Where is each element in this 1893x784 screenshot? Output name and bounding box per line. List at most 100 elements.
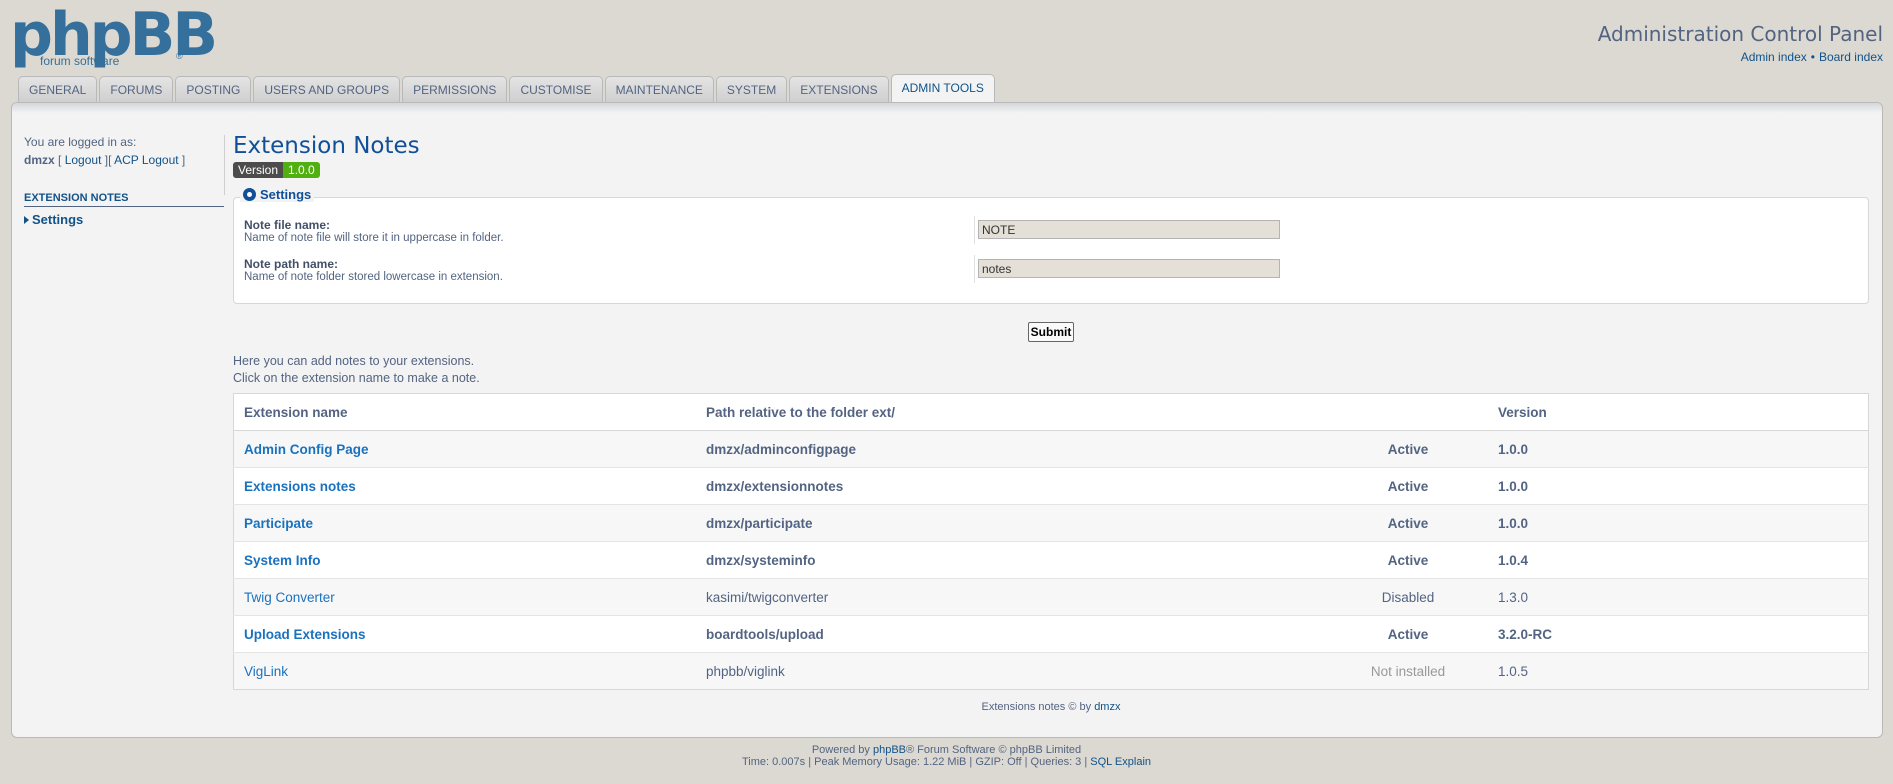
extension-name-link[interactable]: Participate bbox=[244, 516, 313, 531]
extension-version: 1.3.0 bbox=[1488, 578, 1869, 616]
settings-legend: Settings bbox=[240, 187, 315, 202]
username: dmzx bbox=[24, 153, 55, 167]
extension-version: 1.0.0 bbox=[1488, 430, 1869, 468]
settings-fieldset: Settings Note file name: Name of note fi… bbox=[233, 187, 1869, 304]
stats-line: Time: 0.007s | Peak Memory Usage: 1.22 M… bbox=[0, 756, 1893, 768]
intro-line-2: Click on the extension name to make a no… bbox=[233, 371, 480, 385]
sidebar-item-settings[interactable]: Settings bbox=[24, 212, 224, 227]
table-row: VigLink phpbb/viglink Not installed 1.0.… bbox=[233, 652, 1869, 690]
note-path-name-input[interactable]: notes bbox=[978, 259, 1280, 278]
tab-admin-tools[interactable]: Admin Tools bbox=[890, 74, 995, 102]
intro-line-1: Here you can add notes to your extension… bbox=[233, 354, 475, 368]
extension-credit: Extensions notes © by dmzx bbox=[233, 701, 1869, 713]
field-divider bbox=[974, 255, 975, 283]
extension-version: 1.0.4 bbox=[1488, 541, 1869, 579]
tab-users-and-groups[interactable]: Users and Groups bbox=[253, 76, 401, 102]
tab-maintenance[interactable]: Maintenance bbox=[604, 76, 714, 102]
settings-legend-text: Settings bbox=[260, 187, 312, 202]
tab-extensions[interactable]: Extensions bbox=[789, 76, 889, 102]
logout-link[interactable]: Logout bbox=[65, 153, 102, 167]
extension-path: kasimi/twigconverter bbox=[696, 578, 1328, 616]
field-label: Note path name: bbox=[244, 257, 339, 271]
tab-posting[interactable]: Posting bbox=[175, 76, 252, 102]
extension-version: 3.2.0-RC bbox=[1488, 615, 1869, 653]
admin-index-link[interactable]: Admin index bbox=[1741, 50, 1807, 64]
stats-text: Time: 0.007s | Peak Memory Usage: 1.22 M… bbox=[741, 756, 1091, 768]
extension-version: 1.0.5 bbox=[1488, 652, 1869, 690]
extension-status: Active bbox=[1328, 615, 1488, 653]
field-description: Name of note file will store it in upper… bbox=[244, 232, 504, 244]
extension-name-link[interactable]: Admin Config Page bbox=[244, 442, 369, 457]
note-file-name-input[interactable]: NOTE bbox=[978, 220, 1280, 239]
column-header-extension-name: Extension name bbox=[233, 393, 696, 431]
extension-name-link[interactable]: VigLink bbox=[244, 664, 288, 679]
sidebar: You are logged in as: dmzx [ Logout ][ A… bbox=[24, 135, 224, 227]
phpbb-link[interactable]: phpBB bbox=[873, 744, 906, 756]
extension-status: Active bbox=[1328, 541, 1488, 579]
gear-icon bbox=[243, 188, 256, 201]
board-index-link[interactable]: Board index bbox=[1819, 50, 1883, 64]
author-link[interactable]: dmzx bbox=[1094, 701, 1120, 713]
version-label: Version bbox=[233, 162, 284, 178]
sql-explain-link[interactable]: SQL Explain bbox=[1090, 756, 1151, 768]
powered-prefix: Powered by bbox=[811, 744, 873, 756]
extension-path: dmzx/extensionnotes bbox=[696, 467, 1328, 505]
submit-wrap: Submit bbox=[233, 322, 1869, 342]
extension-path: dmzx/systeminfo bbox=[696, 541, 1328, 579]
logo-subtext: forum software bbox=[40, 54, 120, 68]
version-value: 1.0.0 bbox=[283, 162, 320, 178]
extension-path: dmzx/participate bbox=[696, 504, 1328, 542]
extension-version: 1.0.0 bbox=[1488, 504, 1869, 542]
header-links: Admin index • Board index bbox=[1598, 50, 1883, 64]
extension-name-link[interactable]: System Info bbox=[244, 553, 321, 568]
column-header-status bbox=[1328, 393, 1488, 431]
table-row: System Info dmzx/systeminfo Active 1.0.4 bbox=[233, 541, 1869, 579]
table-row: Admin Config Page dmzx/adminconfigpage A… bbox=[233, 430, 1869, 468]
field-divider bbox=[974, 216, 975, 244]
table-row: Extensions notes dmzx/extensionnotes Act… bbox=[233, 467, 1869, 505]
tab-customise[interactable]: Customise bbox=[509, 76, 603, 102]
table-row: Participate dmzx/participate Active 1.0.… bbox=[233, 504, 1869, 542]
tab-forums[interactable]: Forums bbox=[99, 76, 174, 102]
extension-path: boardtools/upload bbox=[696, 615, 1328, 653]
extension-version: 1.0.0 bbox=[1488, 467, 1869, 505]
intro-text: Here you can add notes to your extension… bbox=[233, 353, 1869, 387]
table-row: Twig Converter kasimi/twigconverter Disa… bbox=[233, 578, 1869, 616]
extensions-table: Extension name Path relative to the fold… bbox=[233, 393, 1869, 690]
submit-button[interactable]: Submit bbox=[1027, 322, 1075, 342]
version-badge: Version 1.0.0 bbox=[233, 162, 320, 178]
extension-credit-text: Extensions notes © by bbox=[981, 701, 1095, 713]
extension-status: Active bbox=[1328, 467, 1488, 505]
page-title: Extension Notes bbox=[233, 133, 420, 159]
extension-name-link[interactable]: Upload Extensions bbox=[244, 627, 366, 642]
tab-permissions[interactable]: Permissions bbox=[402, 76, 508, 102]
powered-by-line: Powered by phpBB® Forum Software © phpBB… bbox=[0, 744, 1893, 756]
extension-name-link[interactable]: Extensions notes bbox=[244, 479, 356, 494]
field-note-path-name: Note path name: Name of note folder stor… bbox=[244, 257, 503, 283]
page-footer: Powered by phpBB® Forum Software © phpBB… bbox=[0, 744, 1893, 768]
header-right: Administration Control Panel Admin index… bbox=[1598, 22, 1883, 64]
login-line: dmzx [ Logout ][ ACP Logout ] bbox=[24, 153, 186, 167]
panel-top-strip bbox=[12, 103, 1882, 113]
phpbb-logo[interactable]: phpBB forum software ® bbox=[10, 2, 218, 68]
extension-status: Active bbox=[1328, 430, 1488, 468]
link-separator: • bbox=[1810, 50, 1815, 64]
extension-status: Not installed bbox=[1328, 652, 1488, 690]
extension-name-link[interactable]: Twig Converter bbox=[244, 590, 335, 605]
powered-suffix: ® Forum Software © phpBB Limited bbox=[906, 744, 1082, 756]
column-header-path: Path relative to the folder ext/ bbox=[696, 393, 1328, 431]
sidebar-section-heading: Extension notes bbox=[24, 192, 224, 207]
extension-path: dmzx/adminconfigpage bbox=[696, 430, 1328, 468]
extension-status: Disabled bbox=[1328, 578, 1488, 616]
tab-system[interactable]: System bbox=[715, 76, 788, 102]
tab-general[interactable]: General bbox=[18, 76, 98, 102]
acp-logout-link[interactable]: ACP Logout bbox=[114, 153, 179, 167]
logged-in-label: You are logged in as: bbox=[24, 135, 137, 149]
main-panel: You are logged in as: dmzx [ Logout ][ A… bbox=[11, 102, 1883, 738]
sidebar-separator bbox=[224, 135, 225, 195]
table-row: Upload Extensions boardtools/upload Acti… bbox=[233, 615, 1869, 653]
table-header-row: Extension name Path relative to the fold… bbox=[233, 393, 1869, 431]
logo-registered-mark: ® bbox=[176, 51, 183, 61]
main-tabs: General Forums Posting Users and Groups … bbox=[18, 74, 995, 102]
extension-status: Active bbox=[1328, 504, 1488, 542]
